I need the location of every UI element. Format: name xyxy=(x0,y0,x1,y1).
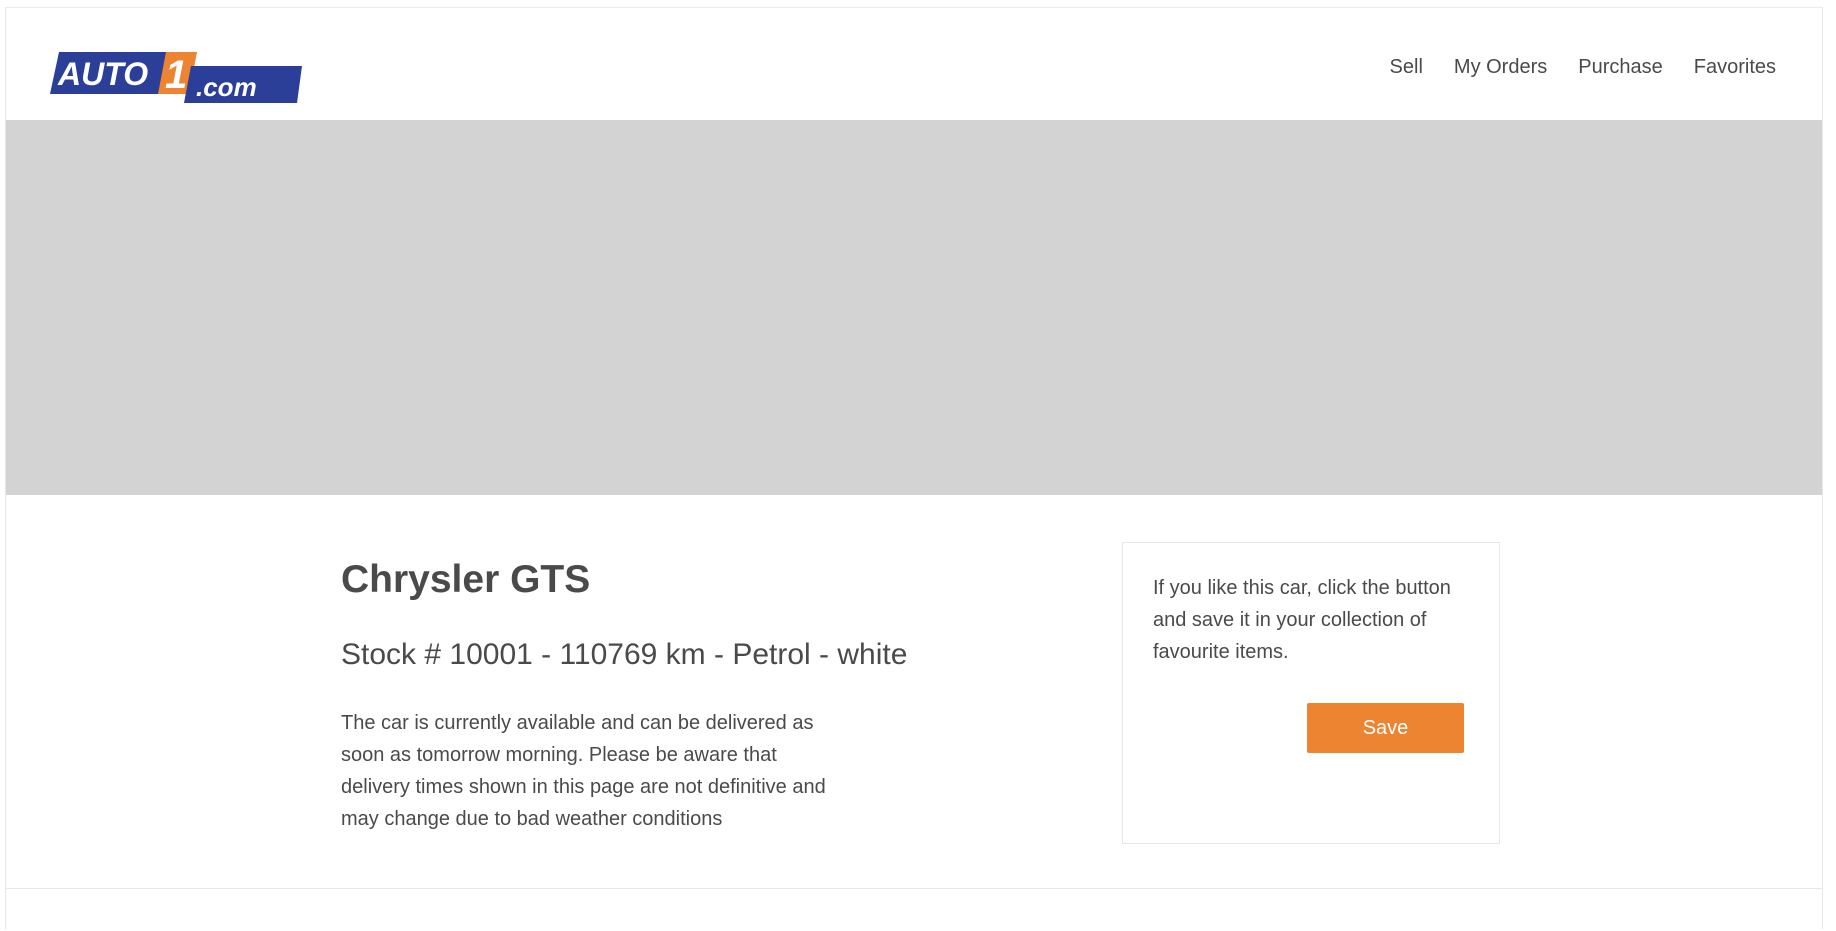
svg-text:1: 1 xyxy=(165,53,187,97)
nav-link-my-orders[interactable]: My Orders xyxy=(1454,52,1547,82)
footer-divider xyxy=(6,888,1822,931)
save-button[interactable]: Save xyxy=(1307,703,1464,753)
auto1-logo[interactable]: AUTO 1 .com xyxy=(50,52,302,110)
page: AUTO 1 .com Sell My Orders Purchase Favo… xyxy=(5,7,1823,931)
svg-text:AUTO: AUTO xyxy=(57,56,148,92)
car-stock-details: Stock # 10001 - 110769 km - Petrol - whi… xyxy=(341,638,908,671)
save-panel-text: If you like this car, click the button a… xyxy=(1153,577,1451,663)
car-image-placeholder xyxy=(6,120,1822,495)
svg-text:.com: .com xyxy=(196,72,257,102)
save-to-favorites-panel: If you like this car, click the button a… xyxy=(1122,542,1500,844)
nav-link-favorites[interactable]: Favorites xyxy=(1694,52,1776,82)
nav-link-purchase[interactable]: Purchase xyxy=(1578,52,1663,82)
nav-link-sell[interactable]: Sell xyxy=(1390,52,1423,82)
car-description: The car is currently available and can b… xyxy=(341,712,826,830)
site-header: AUTO 1 .com Sell My Orders Purchase Favo… xyxy=(6,8,1822,120)
car-title: Chrysler GTS xyxy=(341,558,591,601)
main-nav: Sell My Orders Purchase Favorites xyxy=(1390,52,1776,82)
